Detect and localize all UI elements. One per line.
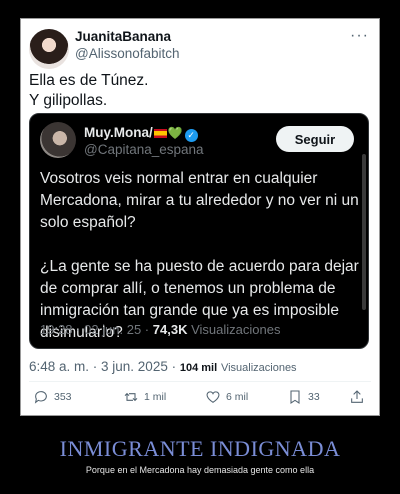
- scrollbar[interactable]: [362, 154, 366, 310]
- quoted-date[interactable]: 19:28 · 02 jun. 25 ·: [40, 322, 149, 337]
- share-button[interactable]: [349, 389, 365, 405]
- bookmark-button[interactable]: 33: [287, 389, 320, 405]
- bookmark-icon: [290, 390, 300, 404]
- quoted-author-name[interactable]: Muy.Mona/ 💚 ✓: [84, 125, 198, 142]
- green-heart-icon: 💚: [167, 126, 183, 140]
- quoted-line: Vosotros veis normal entrar en cualquier: [40, 170, 318, 187]
- share-icon: [351, 390, 363, 403]
- tweet-line: Ella es de Túnez.: [29, 72, 149, 89]
- caption-subtitle: Porque en el Mercadona hay demasiada gen…: [85, 465, 315, 475]
- tweet-card: JuanitaBanana @Alissonofabitch ··· Ella …: [20, 18, 380, 416]
- like-button[interactable]: 6 mil: [205, 389, 248, 405]
- caption-title: INMIGRANTE INDIGNADA: [59, 436, 341, 461]
- tweet-line: Y gilipollas.: [29, 92, 108, 109]
- tweet-text: Ella es de Túnez. Y gilipollas.: [29, 71, 369, 111]
- tweet-date[interactable]: 6:48 a. m. · 3 jun. 2025 ·: [29, 359, 176, 374]
- action-bar: 353 1 mil 6 mil 33: [29, 387, 369, 411]
- divider: [29, 381, 371, 382]
- reply-icon: [34, 391, 47, 404]
- avatar[interactable]: [29, 29, 69, 69]
- quoted-line: solo español?: [40, 214, 136, 231]
- verified-badge-icon: ✓: [184, 129, 198, 142]
- spain-flag-icon: [153, 129, 167, 138]
- quoted-line: Mercadona, mirar a tu alrededor y no ver…: [40, 192, 359, 209]
- quoted-line: de comprar allí, o tenemos un problema d…: [40, 280, 336, 297]
- reply-count: 353: [54, 391, 72, 403]
- quoted-author-handle[interactable]: @Capitana_espana: [84, 142, 204, 157]
- author-handle[interactable]: @Alissonofabitch: [75, 46, 180, 61]
- views-count: 104 mil: [179, 362, 218, 374]
- retweet-count: 1 mil: [144, 391, 167, 403]
- retweet-icon: [124, 392, 138, 402]
- author-name[interactable]: JuanitaBanana: [75, 29, 171, 44]
- bookmark-count: 33: [308, 391, 320, 403]
- quoted-tweet[interactable]: Muy.Mona/ 💚 ✓ @Capitana_espana Seguir Voso…: [29, 113, 369, 349]
- quoted-views-count: 74,3K: [152, 322, 188, 337]
- follow-button[interactable]: Seguir: [276, 126, 354, 152]
- quoted-avatar[interactable]: [40, 122, 76, 158]
- quoted-line: inmigración tan grande que ya es imposib…: [40, 302, 339, 319]
- quoted-name-text: Muy.Mona/: [84, 125, 153, 140]
- quoted-text: Vosotros veis normal entrar en cualquier…: [40, 168, 360, 344]
- quoted-views-label: Visualizaciones: [191, 322, 281, 337]
- reply-button[interactable]: 353: [33, 389, 72, 405]
- tweet-meta: 6:48 a. m. · 3 jun. 2025 · 104 mil Visua…: [29, 359, 297, 374]
- views-label: Visualizaciones: [220, 362, 297, 374]
- more-options-icon[interactable]: ···: [350, 27, 369, 45]
- heart-icon: [206, 391, 220, 403]
- quoted-meta: 19:28 · 02 jun. 25 · 74,3K Visualizacion…: [40, 322, 280, 337]
- retweet-button[interactable]: 1 mil: [123, 389, 166, 405]
- like-count: 6 mil: [226, 391, 249, 403]
- quoted-line: ¿La gente se ha puesto de acuerdo para d…: [40, 258, 359, 275]
